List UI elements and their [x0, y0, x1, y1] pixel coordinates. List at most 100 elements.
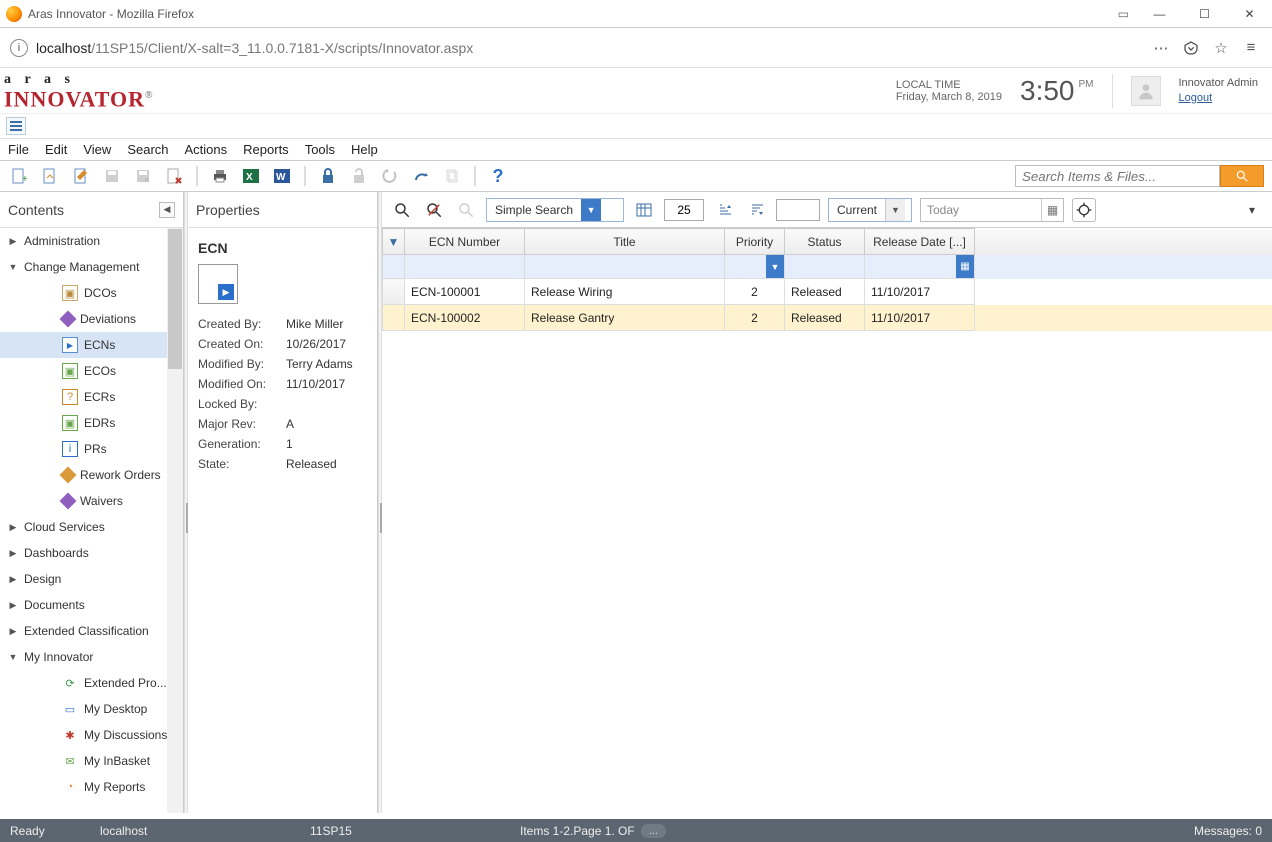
menu-tools[interactable]: Tools	[305, 142, 335, 157]
export-word-icon[interactable]: W	[271, 165, 293, 187]
collapse-contents-button[interactable]: ◀	[159, 202, 175, 218]
grid-menu-icon[interactable]: ▾	[1240, 198, 1264, 222]
locate-icon[interactable]	[1072, 198, 1096, 222]
tree-node-my-reports[interactable]: ◔My Reports	[0, 774, 183, 800]
menu-help[interactable]: Help	[351, 142, 378, 157]
menu-reports[interactable]: Reports	[243, 142, 289, 157]
status-version: 11SP15	[310, 824, 370, 838]
calendar-icon[interactable]: ▦	[1041, 199, 1063, 221]
tree-node-dashboards[interactable]: ▶Dashboards	[0, 540, 183, 566]
goto-page-input[interactable]	[776, 199, 820, 221]
filter-status[interactable]	[785, 255, 864, 278]
grid-columns-icon[interactable]	[632, 198, 656, 222]
tree-node-waivers[interactable]: Waivers	[0, 488, 183, 514]
menu-search[interactable]: Search	[127, 142, 168, 157]
minimize-button[interactable]: —	[1137, 0, 1182, 28]
firefox-menu-icon[interactable]: ≡	[1240, 37, 1262, 59]
effective-date-input[interactable]	[921, 199, 1041, 221]
maximize-button[interactable]: ☐	[1182, 0, 1227, 28]
search-mode-dropdown[interactable]: Simple Search▼	[486, 198, 624, 222]
page-actions-icon[interactable]: ⋯	[1150, 37, 1172, 59]
lock-icon[interactable]	[317, 165, 339, 187]
tree-node-rework-orders[interactable]: Rework Orders	[0, 462, 183, 488]
menu-actions[interactable]: Actions	[185, 142, 228, 157]
splitter[interactable]	[378, 192, 382, 813]
reader-icon[interactable]: ▭	[1118, 7, 1129, 21]
tree-node-my-discussions[interactable]: ✱My Discussions	[0, 722, 183, 748]
version-dropdown[interactable]: Current▼	[828, 198, 912, 222]
menu-file[interactable]: File	[8, 142, 29, 157]
col-title[interactable]: Title	[525, 229, 725, 255]
tree-node-extended-pro-[interactable]: ⟳Extended Pro...	[0, 670, 183, 696]
tree-node-design[interactable]: ▶Design	[0, 566, 183, 592]
tree-node-ecos[interactable]: ▣ECOs	[0, 358, 183, 384]
unlock-icon[interactable]	[348, 165, 370, 187]
col-ecn-number[interactable]: ECN Number	[405, 229, 525, 255]
page-size-input[interactable]	[664, 199, 704, 221]
status-ready: Ready	[10, 824, 70, 838]
tree-node-cloud-services[interactable]: ▶Cloud Services	[0, 514, 183, 540]
splitter[interactable]	[184, 192, 188, 813]
tree-node-change-management[interactable]: ▼Change Management	[0, 254, 183, 280]
logout-link[interactable]: Logout	[1179, 92, 1213, 104]
nav-toggle-button[interactable]	[6, 117, 26, 135]
separator	[196, 166, 198, 186]
save-close-icon[interactable]	[132, 165, 154, 187]
clear-search-icon[interactable]	[422, 198, 446, 222]
tree-node-prs[interactable]: iPRs	[0, 436, 183, 462]
tree-node-edrs[interactable]: ▣EDRs	[0, 410, 183, 436]
tree-node-dcos[interactable]: ▣DCOs	[0, 280, 183, 306]
divider	[1112, 74, 1113, 108]
global-search-input[interactable]	[1015, 165, 1220, 187]
menu-edit[interactable]: Edit	[45, 142, 67, 157]
search-dialog-icon[interactable]	[454, 198, 478, 222]
date-picker-icon[interactable]: ▦	[956, 255, 974, 278]
table-row[interactable]: ECN-100002Release Gantry2Released11/10/2…	[383, 305, 1272, 331]
new-item-icon[interactable]: +	[8, 165, 30, 187]
filter-ecn[interactable]	[405, 255, 524, 278]
row-menu-icon[interactable]: ▼	[388, 235, 400, 249]
pocket-icon[interactable]	[1180, 37, 1202, 59]
open-item-icon[interactable]	[39, 165, 61, 187]
promote-icon[interactable]	[410, 165, 432, 187]
priority-dropdown-icon[interactable]: ▼	[766, 255, 784, 278]
prop-value: 1	[286, 434, 293, 454]
close-button[interactable]: ✕	[1227, 0, 1272, 28]
filter-title[interactable]	[525, 255, 724, 278]
tree-node-my-inbasket[interactable]: ✉My InBasket	[0, 748, 183, 774]
tree-node-administration[interactable]: ▶Administration	[0, 228, 183, 254]
copy-icon[interactable]	[441, 165, 463, 187]
sort-asc-icon[interactable]	[712, 198, 736, 222]
tree-node-ecns[interactable]: ECNs	[0, 332, 183, 358]
delete-icon[interactable]	[163, 165, 185, 187]
bookmark-icon[interactable]: ☆	[1210, 37, 1232, 59]
save-icon[interactable]	[101, 165, 123, 187]
sort-desc-icon[interactable]	[744, 198, 768, 222]
tree-node-my-desktop[interactable]: ▭My Desktop	[0, 696, 183, 722]
effective-date-picker[interactable]: ▦	[920, 198, 1064, 222]
global-search-button[interactable]	[1220, 165, 1264, 187]
url-display[interactable]: localhost/11SP15/Client/X-salt=3_11.0.0.…	[36, 40, 1142, 56]
tree-node-documents[interactable]: ▶Documents	[0, 592, 183, 618]
export-excel-icon[interactable]: X	[240, 165, 262, 187]
tree-node-my-innovator[interactable]: ▼My Innovator	[0, 644, 183, 670]
col-release-date-[interactable]: Release Date [...]	[865, 229, 975, 255]
col-status[interactable]: Status	[785, 229, 865, 255]
col-priority[interactable]: Priority	[725, 229, 785, 255]
menu-view[interactable]: View	[83, 142, 111, 157]
status-pager-button[interactable]: ...	[641, 824, 666, 838]
aras-logo: a r a s INNOVATOR®	[0, 71, 164, 110]
table-row[interactable]: ECN-100001Release Wiring2Released11/10/2…	[383, 279, 1272, 305]
site-info-icon[interactable]: i	[10, 39, 28, 57]
run-search-icon[interactable]	[390, 198, 414, 222]
undo-icon[interactable]	[379, 165, 401, 187]
print-icon[interactable]	[209, 165, 231, 187]
tree-node-deviations[interactable]: Deviations	[0, 306, 183, 332]
help-icon[interactable]: ?	[487, 165, 509, 187]
tree-scrollbar[interactable]	[167, 228, 183, 813]
local-time-label: LOCAL TIME	[896, 79, 1002, 91]
edit-item-icon[interactable]	[70, 165, 92, 187]
tree-node-extended-classification[interactable]: ▶Extended Classification	[0, 618, 183, 644]
tree-node-ecrs[interactable]: ?ECRs	[0, 384, 183, 410]
user-avatar-icon[interactable]	[1131, 76, 1161, 106]
